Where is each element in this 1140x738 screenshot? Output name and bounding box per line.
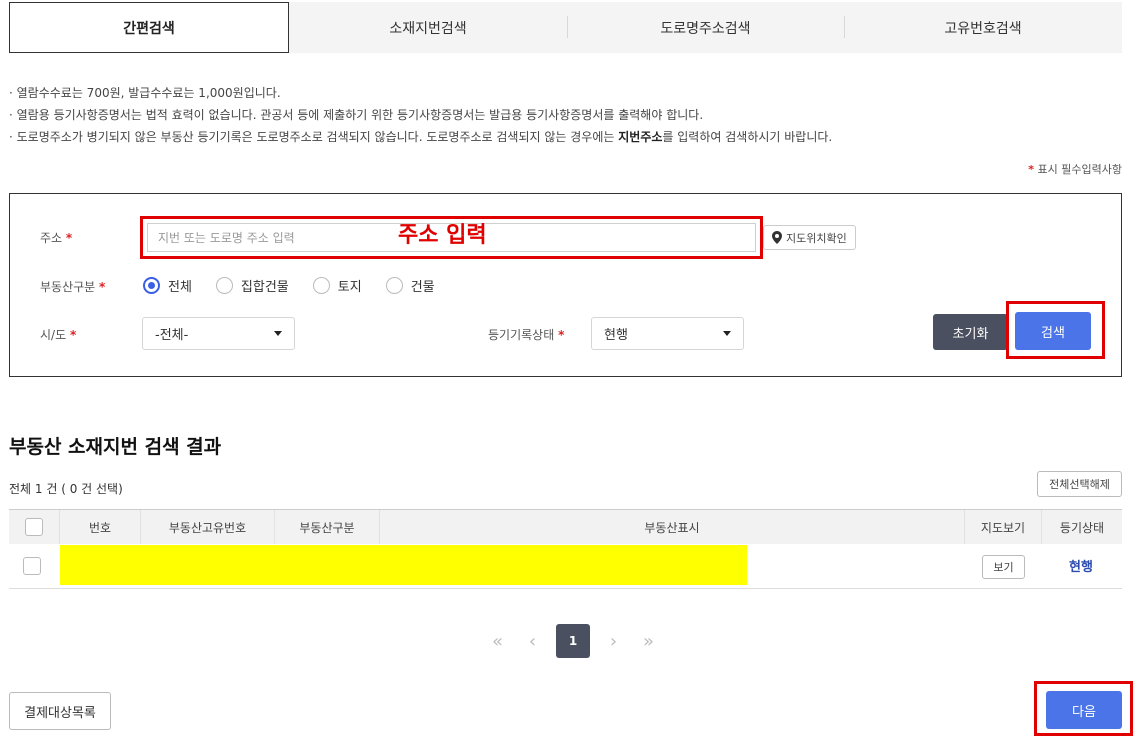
property-type-label: 부동산구분 * xyxy=(40,278,105,295)
search-form: 주소 * 지번 또는 도로명 주소 입력 주소 입력 지도위치확인 부동산구분 … xyxy=(9,193,1122,377)
property-type-label-text: 부동산구분 xyxy=(40,280,96,294)
tab-lot-address-search[interactable]: 소재지번검색 xyxy=(289,2,567,53)
radio-button[interactable] xyxy=(312,277,330,294)
record-status-select-value: 현행 xyxy=(604,328,628,343)
address-label-text: 주소 xyxy=(40,231,63,245)
radio-button[interactable] xyxy=(143,277,160,294)
sido-label-text: 시/도 xyxy=(40,328,67,342)
required-mark: * xyxy=(69,328,77,342)
last-page-icon[interactable]: » xyxy=(631,631,666,652)
tab-unique-number-search[interactable]: 고유번호검색 xyxy=(844,2,1122,53)
radio-building[interactable]: 건물 xyxy=(385,276,435,295)
required-field-note: * 표시 필수입력사항 xyxy=(1028,161,1122,177)
notice-legal-effect: · 열람용 등기사항증명서는 법적 효력이 없습니다. 관공서 등에 제출하기 … xyxy=(9,108,704,122)
radio-label: 전체 xyxy=(168,280,192,295)
record-status-label-text: 등기기록상태 xyxy=(488,328,555,342)
reset-button[interactable]: 초기화 xyxy=(933,314,1008,350)
page-number-current[interactable]: 1 xyxy=(556,624,590,658)
radio-button[interactable] xyxy=(215,277,233,294)
notice-road-address-text-b: 를 입력하여 검색하시기 바랍니다. xyxy=(662,130,833,144)
address-annotation: 주소 입력 xyxy=(398,223,487,248)
select-all-checkbox[interactable] xyxy=(25,518,43,536)
map-location-check-label: 지도위치확인 xyxy=(786,231,847,245)
search-tabs: 간편검색 소재지번검색 도로명주소검색 고유번호검색 xyxy=(9,2,1122,53)
payment-list-button[interactable]: 결제대상목록 xyxy=(9,692,111,730)
column-header-number: 번호 xyxy=(60,510,141,544)
radio-label: 집합건물 xyxy=(240,280,289,295)
column-header-property-type: 부동산구분 xyxy=(275,510,380,544)
property-type-radio-group: 전체 집합건물 토지 건물 xyxy=(143,276,459,295)
radio-all[interactable]: 전체 xyxy=(143,276,192,295)
prev-page-icon[interactable]: ‹ xyxy=(515,631,550,652)
row-checkbox[interactable] xyxy=(23,557,41,575)
pagination: « ‹ 1 › » xyxy=(480,624,666,658)
results-title: 부동산 소재지번 검색 결과 xyxy=(9,436,222,458)
results-table-header: 번호 부동산고유번호 부동산구분 부동산표시 지도보기 등기상태 xyxy=(9,509,1122,544)
table-row[interactable]: 보기 현행 xyxy=(9,544,1122,589)
radio-label: 토지 xyxy=(337,280,362,295)
column-header-unique-number: 부동산고유번호 xyxy=(141,510,275,544)
column-header-property-display: 부동산표시 xyxy=(380,510,965,544)
map-view-button[interactable]: 보기 xyxy=(982,555,1025,579)
redacted-row-content xyxy=(60,545,747,585)
caret-down-icon xyxy=(723,331,731,336)
radio-aggregate-building[interactable]: 집합건물 xyxy=(215,276,289,295)
header-select-all xyxy=(9,510,60,544)
search-button[interactable]: 검색 xyxy=(1015,312,1091,350)
sido-label: 시/도 * xyxy=(40,326,76,343)
sido-select-value: -전체- xyxy=(155,328,189,343)
record-status-cell: 현행 xyxy=(1069,560,1093,575)
tab-simple-search[interactable]: 간편검색 xyxy=(9,2,289,53)
radio-button[interactable] xyxy=(385,277,403,294)
required-mark: * xyxy=(558,328,565,342)
notice-road-address: · 도로명주소가 병기되지 않은 부동산 등기기록은 도로명주소로 검색되지 않… xyxy=(9,126,832,148)
notice-road-address-bold: 지번주소 xyxy=(618,130,663,144)
map-pin-icon xyxy=(772,231,782,244)
required-mark: * xyxy=(99,280,106,294)
caret-down-icon xyxy=(274,331,282,336)
deselect-all-button[interactable]: 전체선택해제 xyxy=(1037,471,1122,497)
notice-fee: · 열람수수료는 700원, 발급수수료는 1,000원입니다. xyxy=(9,86,281,100)
notice-road-address-text-a: · 도로명주소가 병기되지 않은 부동산 등기기록은 도로명주소로 검색되지 않… xyxy=(9,130,619,144)
map-location-check-button[interactable]: 지도위치확인 xyxy=(763,225,856,250)
first-page-icon[interactable]: « xyxy=(480,631,515,652)
required-mark: * xyxy=(65,231,73,245)
sido-select[interactable]: -전체- xyxy=(142,317,295,350)
next-button[interactable]: 다음 xyxy=(1046,691,1122,729)
notice-list: · 열람수수료는 700원, 발급수수료는 1,000원입니다. · 열람용 등… xyxy=(9,82,832,148)
record-status-select[interactable]: 현행 xyxy=(591,317,744,350)
results-count: 전체 1 건 ( 0 건 선택) xyxy=(9,482,123,496)
address-label: 주소 * xyxy=(40,229,72,246)
next-page-icon[interactable]: › xyxy=(596,631,631,652)
column-header-map-view: 지도보기 xyxy=(965,510,1042,544)
record-status-label: 등기기록상태 * xyxy=(488,326,564,343)
column-header-record-status: 등기상태 xyxy=(1059,520,1105,535)
radio-land[interactable]: 토지 xyxy=(312,276,362,295)
required-mark: * xyxy=(1028,163,1035,176)
tab-road-address-search[interactable]: 도로명주소검색 xyxy=(567,2,844,53)
radio-label: 건물 xyxy=(410,280,435,295)
required-note-text: 표시 필수입력사항 xyxy=(1037,163,1122,176)
